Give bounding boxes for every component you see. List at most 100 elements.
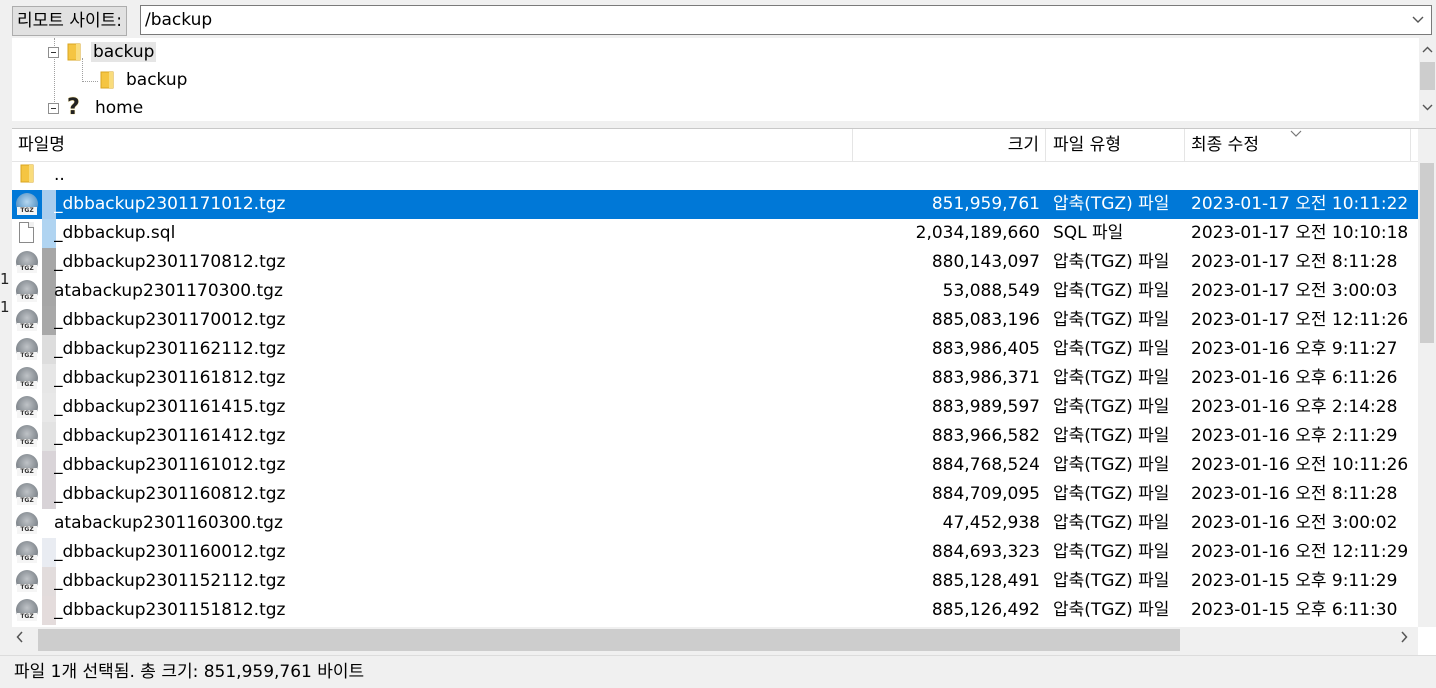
file-row[interactable]: _dbbackup2301160812.tgz 884,709,095 압축(TGZ… xyxy=(12,480,1418,509)
file-name: _dbbackup2301151812.tgz xyxy=(54,600,286,620)
file-name: _dbbackup2301160012.tgz xyxy=(54,542,286,562)
remote-file-list[interactable]: 파일명 크기 파일 유형 최종 수정 .. _dbbackup2301171012… xyxy=(12,128,1436,656)
file-type: 압축(TGZ) 파일 xyxy=(1053,571,1170,591)
file-size: 884,768,524 xyxy=(931,455,1040,475)
file-type xyxy=(1053,161,1185,190)
file-row[interactable]: _dbbackup2301151812.tgz 885,126,492 압축(TGZ… xyxy=(12,596,1418,625)
remote-path-bar: 리모트 사이트: xyxy=(0,0,1436,39)
file-row[interactable]: _dbbackup2301161812.tgz 883,986,371 압축(TGZ… xyxy=(12,364,1418,393)
chevron-down-icon[interactable] xyxy=(1422,100,1433,114)
left-edge: 1 1 xyxy=(0,38,12,655)
remote-path-combobox[interactable] xyxy=(140,5,1432,35)
chevron-right-icon[interactable] xyxy=(1400,631,1408,647)
file-row[interactable]: _dbbackup2301171012.tgz 851,959,761 압축(TGZ… xyxy=(12,190,1418,219)
tree-scroll-thumb[interactable] xyxy=(1420,62,1435,90)
tree-item-home[interactable]: ? home xyxy=(48,94,145,121)
file-size: 880,143,097 xyxy=(931,252,1040,272)
tgz-icon xyxy=(16,280,38,302)
file-type: SQL 파일 xyxy=(1053,223,1124,243)
file-modified: 2023-01-16 오전 10:11:26 xyxy=(1191,455,1409,475)
collapse-icon[interactable] xyxy=(48,102,59,114)
file-name: _dbbackup2301161812.tgz xyxy=(54,368,286,388)
file-size: 883,986,371 xyxy=(931,368,1040,388)
tree-item-label: home xyxy=(95,98,144,118)
file-modified: 2023-01-16 오전 3:00:02 xyxy=(1191,513,1398,533)
remote-directory-tree[interactable]: backup backup ? home xyxy=(12,38,1436,122)
status-bar: 파일 1개 선택됨. 총 크기: 851,959,761 바이트 xyxy=(0,655,1436,688)
file-row[interactable]: _dbbackup2301170812.tgz 880,143,097 압축(TGZ… xyxy=(12,248,1418,277)
file-type: 압축(TGZ) 파일 xyxy=(1053,513,1170,533)
file-row[interactable]: _dbbackup2301152112.tgz 885,128,491 압축(TGZ… xyxy=(12,567,1418,596)
file-row[interactable]: _dbbackup.sql 2,034,189,660 SQL 파일 2023-01-… xyxy=(12,219,1418,248)
file-modified: 2023-01-16 오후 2:14:28 xyxy=(1191,397,1398,417)
file-size: 885,083,196 xyxy=(931,310,1040,330)
folder-icon xyxy=(16,164,38,186)
file-name: _dbbackup2301152112.tgz xyxy=(54,571,286,591)
file-name: _dbbackup2301162112.tgz xyxy=(54,339,286,359)
file-size: 883,966,582 xyxy=(931,426,1040,446)
file-modified: 2023-01-15 오후 6:11:30 xyxy=(1191,600,1398,620)
file-modified: 2023-01-17 오전 10:11:22 xyxy=(1191,194,1409,214)
file-size: 884,709,095 xyxy=(931,484,1040,504)
file-row[interactable]: _dbbackup2301160012.tgz 884,693,323 압축(TGZ… xyxy=(12,538,1418,567)
horizontal-scroll-thumb[interactable] xyxy=(38,629,1180,651)
file-list-vertical-scrollbar[interactable] xyxy=(1418,129,1436,627)
tgz-icon xyxy=(16,599,38,621)
file-list-scroll-thumb[interactable] xyxy=(1420,163,1434,343)
file-name: _dbbackup2301171012.tgz xyxy=(54,194,286,214)
tgz-icon xyxy=(16,512,38,534)
tgz-icon xyxy=(16,396,38,418)
file-modified: 2023-01-16 오후 6:11:26 xyxy=(1191,368,1398,388)
file-name: _dbbackup2301170812.tgz xyxy=(54,252,286,272)
file-type: 압축(TGZ) 파일 xyxy=(1053,484,1170,504)
tree-item-backup-child[interactable]: backup xyxy=(100,66,189,94)
tgz-icon xyxy=(16,251,38,273)
chevron-up-icon[interactable] xyxy=(1422,42,1433,56)
file-row[interactable]: _dbbackup2301162112.tgz 883,986,405 압축(TGZ… xyxy=(12,335,1418,364)
file-type: 압축(TGZ) 파일 xyxy=(1053,542,1170,562)
file-name: .. xyxy=(54,165,65,185)
tgz-icon xyxy=(16,367,38,389)
column-header-size[interactable]: 크기 xyxy=(853,129,1046,161)
file-list-horizontal-scrollbar[interactable] xyxy=(12,627,1418,655)
remote-path-input[interactable] xyxy=(145,6,1395,34)
file-type: 압축(TGZ) 파일 xyxy=(1053,310,1170,330)
file-rows: .. _dbbackup2301171012.tgz 851,959,761 압축(T… xyxy=(12,161,1418,627)
file-size: 851,959,761 xyxy=(931,194,1040,214)
file-size: 883,986,405 xyxy=(931,339,1040,359)
file-row[interactable]: _dbbackup2301161415.tgz 883,989,597 압축(TGZ… xyxy=(12,393,1418,422)
question-mark-icon: ? xyxy=(67,95,80,120)
file-modified: 2023-01-17 오전 8:11:28 xyxy=(1191,252,1398,272)
file-row[interactable]: _dbbackup2301170012.tgz 885,083,196 압축(TGZ… xyxy=(12,306,1418,335)
column-header-type[interactable]: 파일 유형 xyxy=(1046,129,1185,161)
file-name: _dbbackup2301161012.tgz xyxy=(54,455,286,475)
tgz-icon xyxy=(16,193,38,215)
collapse-icon[interactable] xyxy=(48,46,59,58)
file-type: 압축(TGZ) 파일 xyxy=(1053,397,1170,417)
file-row[interactable]: atabackup2301170300.tgz 53,088,549 압축(TGZ)… xyxy=(12,277,1418,306)
file-size: 885,126,492 xyxy=(931,600,1040,620)
column-header-filename[interactable]: 파일명 xyxy=(12,129,853,161)
file-type: 압축(TGZ) 파일 xyxy=(1053,252,1170,272)
pane-splitter[interactable] xyxy=(0,121,1436,128)
file-modified: 2023-01-16 오전 8:11:28 xyxy=(1191,484,1398,504)
file-row[interactable]: atabackup2301160300.tgz 47,452,938 압축(TGZ)… xyxy=(12,509,1418,538)
tgz-icon xyxy=(16,541,38,563)
chevron-down-icon[interactable] xyxy=(1407,6,1429,34)
file-name: atabackup2301160300.tgz xyxy=(54,513,283,533)
file-name: _dbbackup2301170012.tgz xyxy=(54,310,286,330)
file-modified: 2023-01-16 오후 9:11:27 xyxy=(1191,339,1398,359)
file-type: 압축(TGZ) 파일 xyxy=(1053,455,1170,475)
parent-directory-row[interactable]: .. xyxy=(12,161,1418,190)
file-name: _dbbackup2301160812.tgz xyxy=(54,484,286,504)
file-name: _dbbackup2301161415.tgz xyxy=(54,397,286,417)
tree-vertical-scrollbar[interactable] xyxy=(1419,38,1436,121)
file-type: 압축(TGZ) 파일 xyxy=(1053,600,1170,620)
file-row[interactable]: _dbbackup2301161412.tgz 883,966,582 압축(TGZ… xyxy=(12,422,1418,451)
file-modified: 2023-01-15 오후 9:11:29 xyxy=(1191,571,1398,591)
file-size: 884,693,323 xyxy=(931,542,1040,562)
file-row[interactable]: _dbbackup2301161012.tgz 884,768,524 압축(TGZ… xyxy=(12,451,1418,480)
tree-item-backup[interactable]: backup xyxy=(48,38,157,66)
file-size: 2,034,189,660 xyxy=(915,223,1040,243)
chevron-left-icon[interactable] xyxy=(16,631,24,647)
